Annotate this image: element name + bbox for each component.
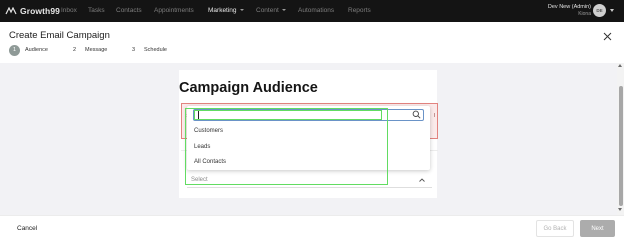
search-icon[interactable] [412, 110, 421, 119]
page-title: Create Email Campaign [9, 30, 110, 41]
step-schedule: 3 Schedule [128, 44, 167, 56]
chevron-down-icon [281, 9, 286, 11]
logo-icon [5, 7, 17, 15]
close-icon[interactable] [603, 32, 612, 41]
avatar[interactable]: DE [593, 4, 606, 17]
step-number: 2 [72, 47, 77, 53]
brand-name: Growth99 [20, 6, 61, 16]
error-text-fragment: l [434, 113, 436, 119]
nav-item-contacts[interactable]: Contacts [116, 7, 142, 15]
user-menu-caret-icon[interactable] [610, 9, 614, 12]
go-back-button[interactable]: Go Back [536, 220, 574, 237]
scrollbar-thumb[interactable] [619, 86, 623, 206]
step-number: 1 [9, 44, 20, 56]
brand-logo[interactable]: Growth99 [5, 5, 60, 17]
nav-item-inbox[interactable]: Inbox [61, 7, 77, 15]
user-name[interactable]: Dev New (Admin) [548, 4, 591, 10]
nav-item-tasks[interactable]: Tasks [88, 7, 105, 15]
nav-item-automations[interactable]: Automations [298, 7, 334, 15]
step-audience: 1 Audience [9, 44, 48, 56]
step-label: Schedule [144, 47, 167, 53]
highlight-box-inner [194, 110, 382, 120]
next-button[interactable]: Next [580, 220, 615, 237]
step-message: 2 Message [69, 44, 107, 56]
cancel-button[interactable]: Cancel [17, 225, 37, 232]
step-number: 3 [131, 47, 136, 53]
step-label: Audience [25, 47, 48, 53]
nav-item-appointments[interactable]: Appointments [154, 7, 194, 15]
top-nav: Growth99 Inbox Tasks Contacts Appointmen… [0, 0, 624, 22]
nav-item-content-label: Content [256, 7, 279, 14]
nav-item-marketing[interactable]: Marketing [208, 7, 244, 15]
step-label: Message [85, 47, 108, 53]
nav-item-content[interactable]: Content [256, 7, 286, 15]
chevron-up-icon[interactable] [419, 178, 425, 182]
user-subtitle: Kiona [578, 11, 591, 17]
section-title: Campaign Audience [179, 80, 318, 96]
footer-bar [0, 215, 624, 243]
nav-item-marketing-label: Marketing [208, 7, 237, 14]
scroll-down-arrow-icon[interactable] [618, 208, 622, 211]
chevron-down-icon [239, 9, 244, 11]
scroll-up-arrow-icon[interactable] [618, 64, 622, 67]
nav-item-reports[interactable]: Reports [348, 7, 371, 15]
